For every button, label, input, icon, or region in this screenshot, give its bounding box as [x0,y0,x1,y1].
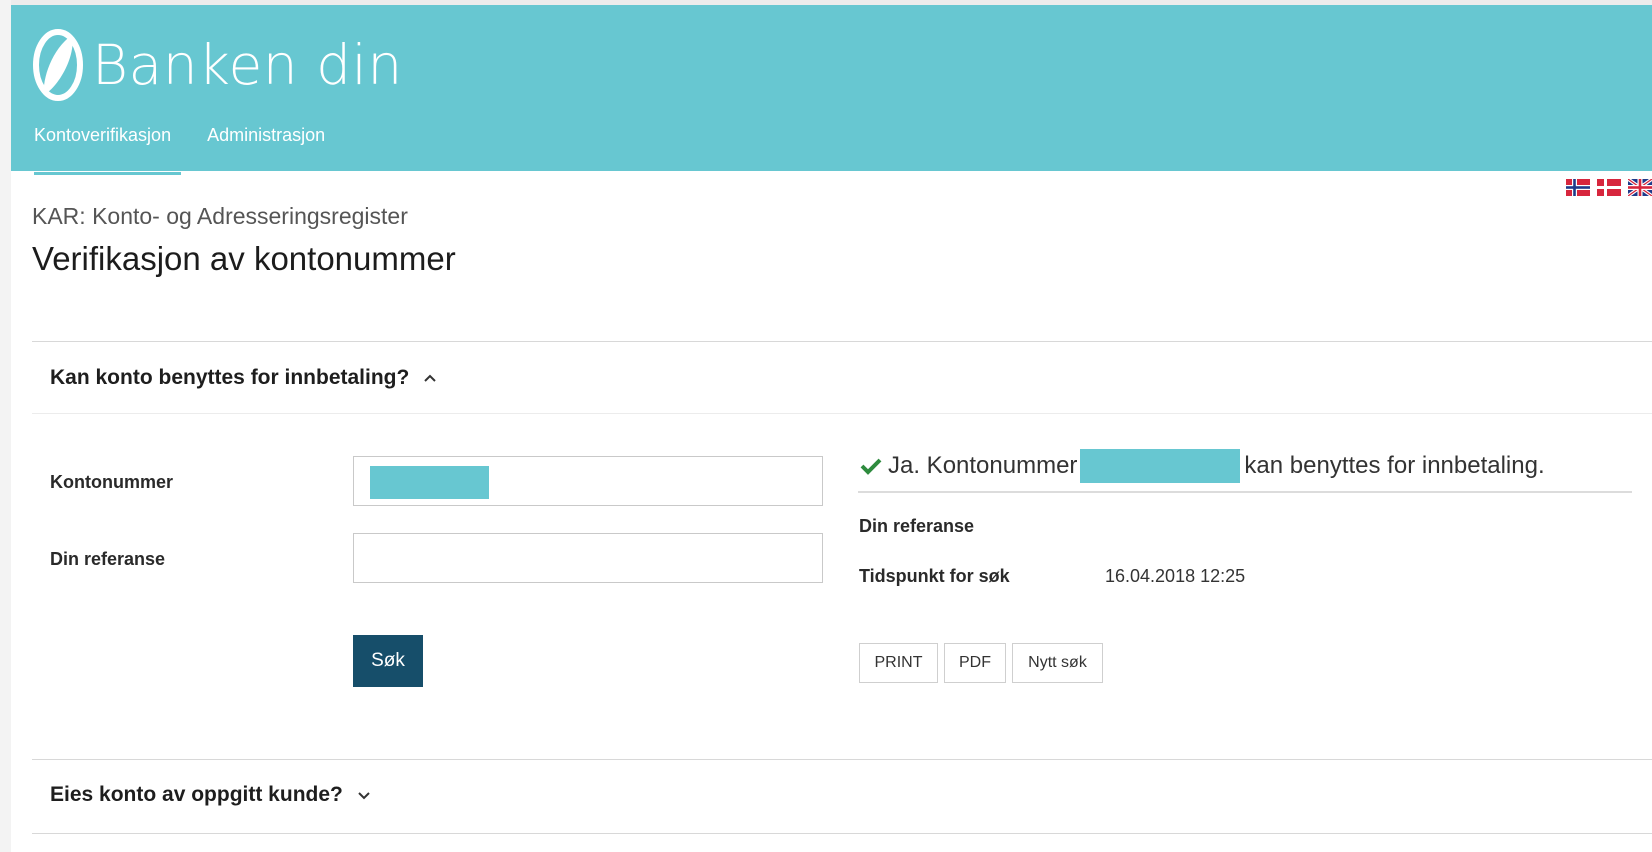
redacted-account-number [370,466,489,499]
reference-label: Din referanse [50,549,166,569]
section-innbetaling-title: Kan konto benyttes for innbetaling? [50,366,410,389]
redacted-result-account [1080,449,1241,483]
result-reference-label: Din referanse [859,516,975,536]
brand-name: Banken din [92,32,403,97]
section-innbetaling-toggle[interactable]: Kan konto benyttes for innbetaling? [50,366,437,390]
nav-item-administrasjon[interactable]: Administrasjon [207,125,325,146]
page-subtitle: KAR: Konto- og Adresseringsregister [32,203,408,229]
active-nav-indicator [34,172,181,175]
section-divider [32,833,1652,834]
reference-input[interactable] [353,533,823,583]
section-divider [32,759,1652,760]
account-number-input[interactable] [353,456,823,506]
language-selector [1566,179,1652,196]
page-title: Verifikasjon av kontonummer [32,240,456,277]
main-nav: Kontoverifikasjon Administrasjon [34,125,325,146]
account-number-label: Kontonummer [50,472,173,492]
nav-item-kontoverifikasjon[interactable]: Kontoverifikasjon [34,125,171,146]
new-search-button[interactable]: Nytt søk [1012,643,1103,683]
site-header: Banken din Kontoverifikasjon Administras… [11,5,1652,171]
section-header-divider [32,413,1652,414]
result-message: Ja. Kontonummer kan benyttes for innbeta… [860,449,1545,483]
danish-flag-icon[interactable] [1597,179,1621,196]
print-button[interactable]: PRINT [859,643,938,683]
uk-flag-icon[interactable] [1628,179,1652,196]
chevron-up-icon [424,374,437,382]
pdf-button[interactable]: PDF [944,643,1006,683]
brand-logo-icon [33,29,83,101]
brand-logo[interactable]: Banken din [32,29,403,101]
search-time-label: Tidspunkt for søk [859,566,1010,586]
result-prefix: Ja. Kontonummer [888,452,1078,479]
chevron-down-icon [358,792,370,800]
search-time-value: 16.04.2018 12:25 [1105,566,1246,586]
window-left-edge [0,0,11,852]
norwegian-flag-icon[interactable] [1566,179,1590,196]
section-divider [32,341,1652,342]
search-button[interactable]: Søk [353,635,423,687]
section-eierskap-title: Eies konto av oppgitt kunde? [50,783,343,806]
checkmark-icon [860,458,882,475]
result-suffix: kan benyttes for innbetaling. [1244,452,1545,479]
result-divider [858,491,1632,493]
section-eierskap-toggle[interactable]: Eies konto av oppgitt kunde? [50,783,371,807]
